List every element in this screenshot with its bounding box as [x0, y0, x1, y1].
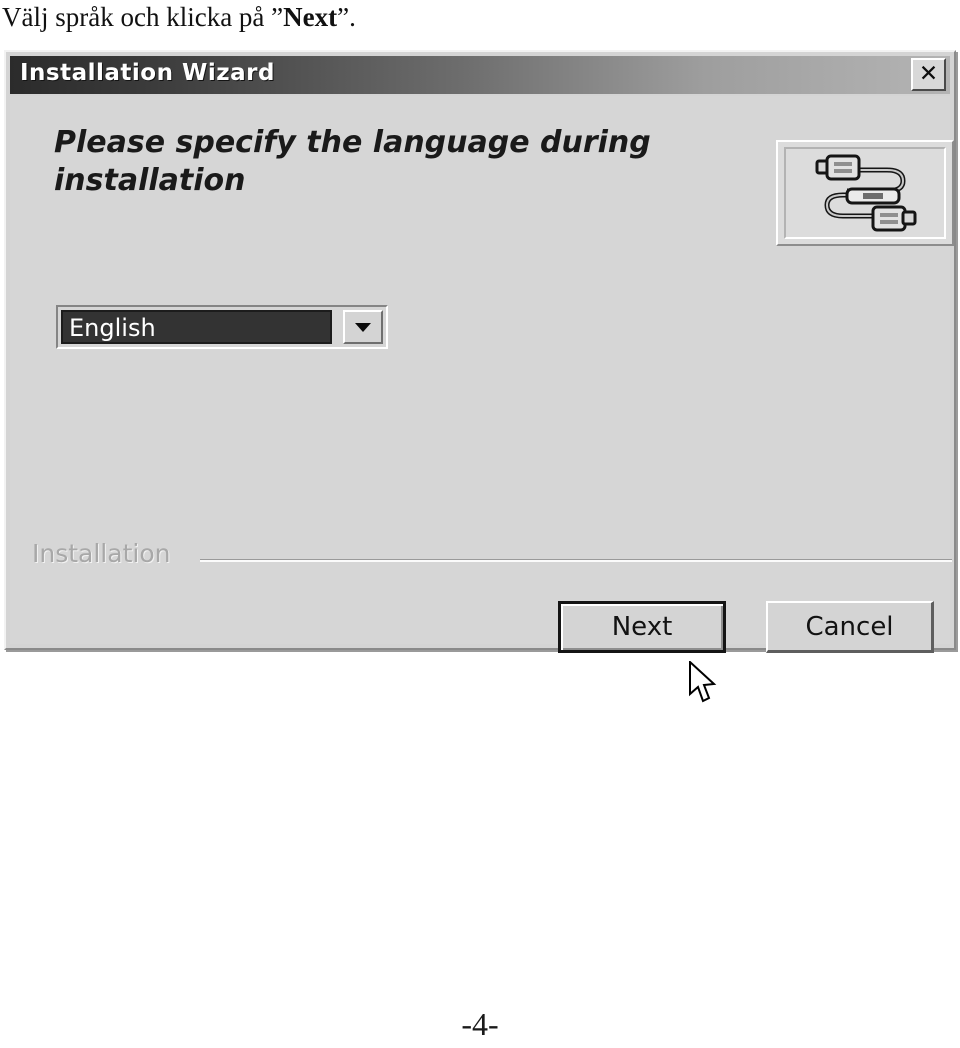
- next-button[interactable]: Next: [558, 601, 726, 653]
- cancel-button-label: Cancel: [805, 611, 894, 642]
- language-combobox-field[interactable]: English: [61, 310, 332, 344]
- instruction-heading-suffix: ”.: [337, 2, 356, 32]
- page-number: -4-: [461, 1006, 499, 1042]
- dialog-prompt-text: Please specify the language during insta…: [54, 125, 651, 198]
- usb-icon-panel: [776, 140, 954, 246]
- usb-icon-panel-inner: [784, 147, 946, 239]
- instruction-heading: Välj språk och klicka på ”Next”.: [2, 0, 702, 38]
- cancel-button[interactable]: Cancel: [766, 601, 934, 653]
- close-icon: ✕: [918, 61, 939, 87]
- window-title: Installation Wizard: [20, 60, 275, 86]
- instruction-heading-prefix: Välj språk och klicka på ”: [2, 2, 284, 32]
- usb-cable-icon: [815, 154, 917, 232]
- installation-group-label: Installation: [32, 539, 171, 568]
- chevron-down-icon: [355, 323, 371, 332]
- dialog-client-area: Please specify the language during insta…: [10, 96, 954, 703]
- mouse-pointer: [689, 661, 717, 703]
- installation-wizard-window: Installation Wizard ✕ Please specify the…: [4, 50, 956, 703]
- language-combobox[interactable]: English: [56, 305, 388, 349]
- next-button-label: Next: [611, 612, 673, 642]
- language-combobox-arrow-button[interactable]: [343, 310, 383, 344]
- language-combobox-value: English: [69, 314, 156, 342]
- group-separator: [200, 559, 952, 562]
- window-titlebar: Installation Wizard ✕: [10, 56, 950, 94]
- instruction-heading-bold: Next: [283, 2, 338, 32]
- close-button[interactable]: ✕: [911, 58, 946, 91]
